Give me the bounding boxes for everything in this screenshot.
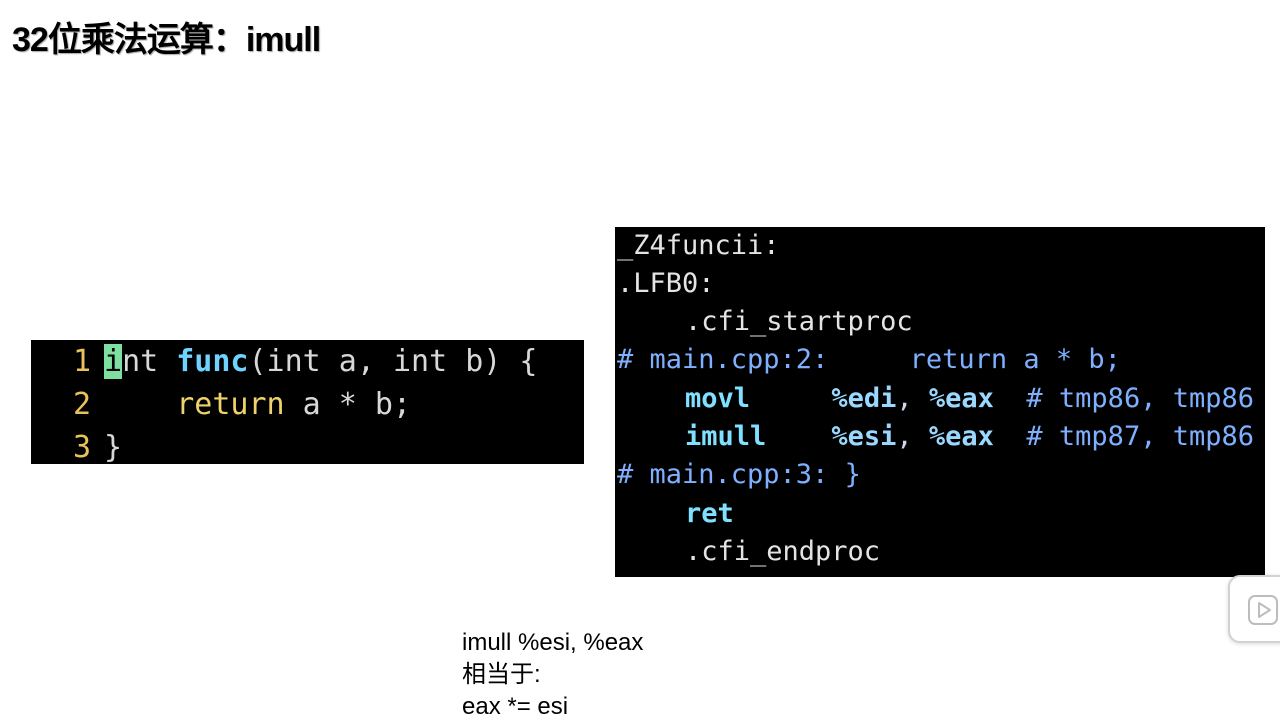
asm-comment: # main.cpp:2: return a * b; — [617, 344, 1121, 375]
cpp-source-panel: 1 int func(int a, int b) { 2 return a * b… — [31, 340, 584, 465]
asm-instruction-imull: imull %esi, %eax # tmp87, tmp86 — [685, 418, 1254, 456]
code-line-1: 1 int func(int a, int b) { — [31, 340, 537, 384]
asm-directive: .cfi_endproc — [685, 536, 881, 567]
asm-register: %eax — [928, 421, 994, 452]
asm-label: .LFB0: — [617, 268, 715, 299]
function-name: func — [176, 344, 249, 379]
explanation-line-3: eax *= esi — [462, 693, 569, 720]
code-text: } — [104, 430, 123, 465]
asm-mnemonic: movl — [685, 383, 751, 414]
asm-sep: , — [896, 421, 929, 452]
asm-mnemonic-ret: ret — [685, 498, 734, 529]
asm-label: _Z4funcii: — [617, 230, 780, 261]
editor-cursor: i — [104, 344, 123, 379]
asm-directive: .cfi_startproc — [685, 306, 913, 337]
explanation-line-2: 相当于: — [462, 661, 541, 688]
slide-title: 32位乘法运算：imull — [12, 21, 321, 59]
play-icon — [1248, 595, 1278, 625]
asm-comment: # main.cpp:3: } — [617, 459, 861, 490]
code-text: (int a, int b) { — [248, 344, 538, 379]
asm-register: %eax — [928, 383, 994, 414]
code-line-3: 3} — [31, 426, 122, 470]
asm-register: %esi — [831, 421, 897, 452]
asm-register: %edi — [831, 383, 897, 414]
asm-sep: , — [896, 383, 929, 414]
line-number: 1 — [72, 344, 91, 379]
asm-comment: # tmp86, tmp86 — [1026, 383, 1254, 414]
keyword-return: return — [176, 387, 285, 422]
explanation-line-1: imull %esi, %eax — [462, 629, 644, 656]
asm-mnemonic: imull — [685, 421, 767, 452]
asm-instruction-movl: movl %edi, %eax # tmp86, tmp86 — [685, 380, 1254, 418]
asm-comment: # tmp87, tmp86 — [1026, 421, 1254, 452]
code-line-2: 2 return a * b; — [31, 383, 411, 427]
code-text: a * b; — [284, 387, 412, 422]
line-number: 2 — [72, 387, 91, 422]
line-number: 3 — [72, 430, 91, 465]
play-button[interactable] — [1228, 575, 1280, 643]
explanation-text: imull %esi, %eax 相当于: eax *= esi — [462, 627, 643, 723]
code-text: nt — [122, 344, 177, 379]
assembly-panel: _Z4funcii: .LFB0: .cfi_startproc # main.… — [615, 227, 1265, 577]
